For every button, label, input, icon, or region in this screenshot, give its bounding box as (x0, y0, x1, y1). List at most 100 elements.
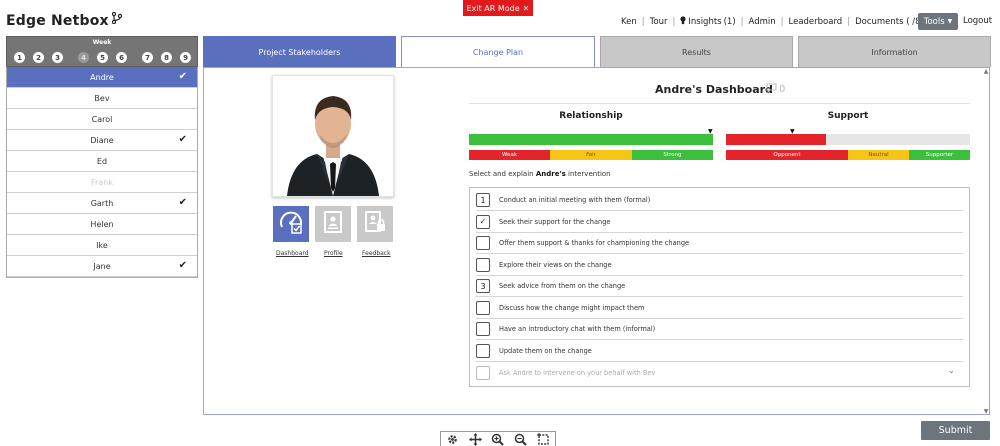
top-nav: Ken | Tour | Insights (1) | Admin | Lead… (621, 16, 924, 28)
intervention-option[interactable]: 1 Conduct an initial meeting with them (f… (476, 190, 963, 211)
profile-link[interactable]: Profile (324, 250, 343, 257)
intervention-list: 1 Conduct an initial meeting with them (f… (469, 187, 970, 387)
dashboard-link[interactable]: Dashboard (276, 250, 309, 257)
zoom-in-icon[interactable] (490, 432, 505, 446)
intervention-label: Ask Andre to intervene on your behalf wi… (499, 368, 656, 377)
logo-branch-icon (111, 11, 122, 27)
tools-dropdown-button[interactable]: Tools ▼ (918, 13, 958, 30)
intervention-checkbox[interactable] (476, 365, 490, 380)
settings-gear-icon[interactable] (445, 432, 460, 446)
nav-admin[interactable]: Admin (749, 17, 776, 27)
week-3-button[interactable]: 3 (52, 52, 63, 63)
tab-project-stakeholders[interactable]: Project Stakeholders (203, 36, 396, 67)
stakeholder-item-ed[interactable]: Ed (7, 151, 197, 172)
intervention-prompt: Select and explain Andre's intervention (469, 170, 611, 178)
dashboard-gauge-icon (278, 209, 304, 239)
zoom-out-icon[interactable] (513, 432, 528, 446)
week-8-button[interactable]: 8 (161, 52, 172, 63)
exit-ar-mode-label: Exit AR Mode (466, 3, 520, 13)
insights-count: (1) (723, 17, 736, 27)
week-7-button[interactable]: 7 (142, 52, 153, 63)
stakeholder-name: Ike (96, 240, 108, 250)
lightbulb-icon (680, 16, 686, 28)
stakeholder-name: Helen (90, 219, 114, 229)
stakeholder-name: Frank (91, 177, 113, 187)
stakeholder-item-ike[interactable]: Ike (7, 235, 197, 256)
stakeholder-name: Andre (90, 72, 114, 82)
week-9-button[interactable]: 9 (180, 52, 191, 63)
stakeholder-name: Bev (94, 93, 110, 103)
intervention-checkbox[interactable] (476, 343, 490, 358)
tab-change-plan[interactable]: Change Plan (401, 36, 595, 67)
nav-divider: | (780, 17, 784, 27)
select-area-icon[interactable] (536, 432, 551, 446)
nav-insights[interactable]: Insights (1) (680, 16, 736, 28)
intervention-checkbox[interactable] (476, 236, 490, 250)
intervention-checkbox[interactable]: ✓ (476, 214, 490, 229)
tab-results[interactable]: Results (600, 36, 793, 67)
intervention-checkbox[interactable] (476, 257, 490, 272)
feedback-view-button[interactable] (357, 206, 393, 242)
stakeholder-item-diane[interactable]: Diane ✔ (7, 130, 197, 151)
intervention-option[interactable]: Offer them support & thanks for champion… (476, 233, 963, 254)
nav-tour[interactable]: Tour (650, 17, 668, 27)
intervention-checkbox[interactable]: 1 (476, 193, 490, 207)
stakeholder-list: Andre ✔ Bev Carol Diane ✔ Ed Frank Garth ✔ Helen Ik… (6, 67, 198, 278)
checkmark-icon: ✔ (178, 71, 187, 82)
relationship-bar-fill (469, 134, 713, 145)
intervention-option[interactable]: Have an introductory chat with them (inf… (476, 319, 963, 340)
comments-button[interactable]: 0 (766, 83, 785, 96)
week-6-button[interactable]: 6 (116, 52, 127, 63)
nav-documents-label: Documents (855, 17, 904, 27)
support-scale: Opponent Neutral Supporter (726, 150, 970, 160)
dashboard-view-button[interactable] (273, 206, 309, 242)
week-5-button[interactable]: 5 (97, 52, 108, 63)
week-1-button[interactable]: 1 (14, 52, 25, 63)
intervention-option[interactable]: 3 Seek advice from them on the change (476, 276, 963, 297)
intervention-label: Update them on the change (499, 346, 592, 355)
stakeholder-item-carol[interactable]: Carol (7, 109, 197, 130)
logout-link[interactable]: Logout (963, 16, 992, 26)
move-arrows-icon[interactable] (468, 432, 483, 446)
scale-neutral: Neutral (848, 150, 909, 160)
scroll-down-arrow-icon[interactable]: ▼ (982, 407, 990, 415)
checkmark-icon: ✔ (178, 197, 187, 208)
prompt-suffix: intervention (568, 170, 611, 178)
week-2-button[interactable]: 2 (33, 52, 44, 63)
submit-button[interactable]: Submit (921, 421, 990, 440)
week-4-button[interactable]: 4 (78, 52, 89, 63)
scroll-up-arrow-icon[interactable]: ▲ (982, 67, 990, 75)
nav-divider: | (641, 17, 645, 27)
stakeholder-item-garth[interactable]: Garth ✔ (7, 193, 197, 214)
stakeholder-item-bev[interactable]: Bev (7, 88, 197, 109)
nav-leaderboard[interactable]: Leaderboard (789, 17, 843, 27)
exit-ar-mode-button[interactable]: Exit AR Mode ✕ (463, 0, 533, 16)
profile-view-button[interactable] (315, 206, 351, 242)
intervention-checkbox[interactable]: 3 (476, 279, 490, 293)
intervention-checkbox[interactable] (476, 300, 490, 315)
stakeholder-item-jane[interactable]: Jane ✔ (7, 256, 197, 277)
relationship-marker-icon: ▼ (708, 128, 713, 135)
relationship-title: Relationship (559, 111, 623, 121)
app-logo[interactable]: Edge Netbox (6, 11, 122, 29)
user-name[interactable]: Ken (621, 17, 637, 27)
intervention-option[interactable]: Update them on the change (476, 341, 963, 362)
prompt-prefix: Select and explain (469, 170, 534, 178)
stakeholder-item-helen[interactable]: Helen (7, 214, 197, 235)
nav-documents[interactable]: Documents ( /8) (855, 17, 924, 27)
intervention-label: Offer them support & thanks for champion… (499, 239, 690, 247)
intervention-dropdown[interactable]: Ask Andre to intervene on your behalf wi… (476, 362, 963, 383)
intervention-option[interactable]: Discuss how the change might impact them (476, 298, 963, 319)
stakeholder-name: Carol (91, 114, 113, 124)
caret-down-icon: ▼ (947, 18, 953, 25)
stakeholder-name: Ed (96, 156, 108, 166)
support-bar (726, 134, 970, 145)
intervention-checkbox[interactable] (476, 322, 490, 336)
intervention-option[interactable]: ✓ Seek their support for the change (476, 212, 963, 233)
vertical-scrollbar[interactable]: ▲ ▼ (982, 67, 990, 415)
stakeholder-item-andre[interactable]: Andre ✔ (7, 67, 197, 88)
feedback-link[interactable]: Feedback (362, 250, 391, 257)
tab-information[interactable]: Information (798, 36, 991, 67)
intervention-option[interactable]: Explore their views on the change (476, 255, 963, 276)
stakeholder-item-frank: Frank (7, 172, 197, 193)
